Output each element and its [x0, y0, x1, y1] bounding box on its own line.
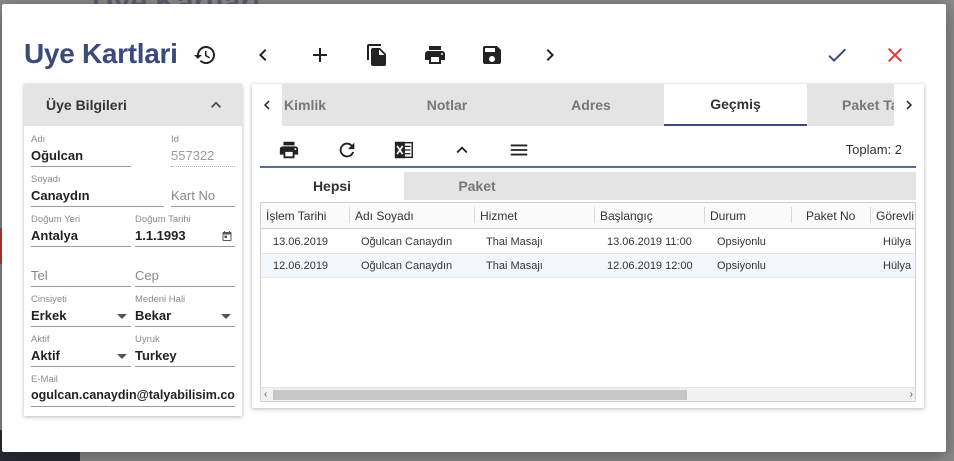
column-header[interactable]: Adı Soyadı — [355, 209, 414, 223]
active-value: Aktif — [31, 348, 60, 363]
member-info-title: Üye Bilgileri — [46, 97, 127, 113]
close-icon — [888, 48, 902, 62]
id-field: Id 557322 — [171, 134, 235, 167]
active-select[interactable]: Aktif Aktif — [31, 334, 131, 367]
column-header[interactable]: Paket No — [806, 209, 855, 223]
history-subtabs: Hepsi Paket — [260, 172, 916, 200]
save-button[interactable] — [477, 40, 507, 70]
birth-date-value: 1.1.1993 — [135, 228, 186, 243]
chevron-right-icon — [546, 49, 554, 61]
save-icon — [483, 46, 501, 64]
collapse-button[interactable] — [450, 138, 474, 162]
subtab-paket[interactable]: Paket — [404, 172, 550, 200]
grid-print-button[interactable] — [277, 138, 301, 162]
table-row[interactable]: 13.06.2019 Oğulcan Canaydın Thai Masajı … — [261, 230, 915, 254]
chevron-left-icon — [259, 49, 267, 61]
history-grid: İşlem Tarihi Adı Soyadı Hizmet Başlangıç… — [260, 202, 916, 402]
tab-adres[interactable]: Adres — [538, 84, 644, 126]
mobile-field[interactable]: Cep — [135, 266, 235, 287]
dropdown-arrow-icon — [117, 354, 127, 359]
marital-status-value: Bekar — [135, 308, 172, 323]
email-field[interactable]: E-Mail ogulcan.canaydin@talyabilisim.com — [31, 374, 235, 407]
tab-notlar[interactable]: Notlar — [394, 84, 500, 126]
member-info-header[interactable]: Üye Bilgileri — [24, 84, 242, 126]
cancel-button[interactable] — [880, 40, 910, 70]
birth-place-field[interactable]: Doğum Yeri Antalya — [31, 214, 131, 247]
chevron-right-icon — [906, 100, 912, 110]
excel-export-button[interactable] — [392, 138, 416, 162]
calendar-icon[interactable] — [221, 230, 233, 242]
column-header[interactable]: Durum — [710, 209, 746, 223]
tab-gecmis[interactable]: Geçmiş — [664, 84, 807, 126]
column-header[interactable]: Görevli — [876, 209, 914, 223]
table-row[interactable]: 12.06.2019 Oğulcan Canaydın Thai Masajı … — [261, 254, 915, 278]
member-card-dialog: Uye Kartlari Üye Bilgileri Adı Oğulcan I… — [2, 4, 946, 452]
history-icon — [194, 46, 215, 64]
scroll-left-icon[interactable]: ‹ — [264, 389, 267, 400]
chevron-left-icon — [264, 100, 270, 110]
member-info-panel: Üye Bilgileri Adı Oğulcan Id 557322 Soya… — [24, 84, 242, 416]
refresh-icon — [339, 142, 355, 158]
print-button[interactable] — [420, 40, 450, 70]
print-icon — [279, 141, 299, 159]
column-header[interactable]: Başlangıç — [600, 209, 653, 223]
chevron-up-icon[interactable] — [206, 95, 226, 115]
page-title: Uye Kartlari — [24, 38, 178, 69]
horizontal-scrollbar[interactable]: ‹ › — [261, 387, 915, 401]
copy-icon — [367, 44, 386, 66]
tab-kimlik[interactable]: Kimlik — [282, 84, 362, 126]
card-no-field[interactable]: Kart No — [171, 174, 235, 207]
gender-select[interactable]: Cinsiyeti Erkek — [31, 294, 131, 327]
confirm-button[interactable] — [822, 40, 852, 70]
grid-toolbar: Toplam: 2 — [260, 132, 916, 168]
menu-button[interactable] — [507, 138, 531, 162]
scroll-right-icon[interactable]: › — [910, 389, 913, 400]
excel-icon — [394, 141, 413, 159]
history-button[interactable] — [190, 40, 220, 70]
print-icon — [425, 46, 445, 64]
tabs-scroll-left[interactable] — [252, 84, 282, 126]
nationality-field[interactable]: Uyruk Turkey — [135, 334, 235, 367]
scrollbar-thumb[interactable] — [273, 390, 687, 400]
dropdown-arrow-icon — [117, 314, 127, 319]
check-icon — [828, 48, 846, 62]
gender-value: Erkek — [31, 308, 67, 323]
subtab-hepsi[interactable]: Hepsi — [260, 172, 404, 200]
plus-icon — [313, 48, 327, 62]
phone-field[interactable]: Tel — [31, 266, 131, 287]
marital-status-select[interactable]: Medeni Hali Bekar — [135, 294, 235, 327]
column-header[interactable]: İşlem Tarihi — [266, 209, 326, 223]
dialog-header: Uye Kartlari — [2, 4, 946, 84]
previous-button[interactable] — [248, 40, 278, 70]
detail-panel: Kimlik Notlar Adres Geçmiş Paket Ta Topl… — [252, 84, 924, 408]
add-button[interactable] — [305, 40, 335, 70]
total-count: Toplam: 2 — [845, 142, 902, 157]
column-header[interactable]: Hizmet — [480, 209, 517, 223]
dropdown-arrow-icon — [221, 314, 231, 319]
copy-button[interactable] — [362, 40, 392, 70]
surname-field[interactable]: Soyadı Canaydın — [31, 174, 164, 207]
refresh-button[interactable] — [335, 138, 359, 162]
detail-tabs: Kimlik Notlar Adres Geçmiş Paket Ta — [252, 84, 924, 126]
name-field[interactable]: Adı Oğulcan — [31, 134, 131, 167]
grid-header: İşlem Tarihi Adı Soyadı Hizmet Başlangıç… — [261, 203, 915, 229]
tabs-scroll-right[interactable] — [894, 84, 924, 126]
birth-date-field[interactable]: Doğum Tarihi 1.1.1993 — [135, 214, 235, 247]
menu-icon — [510, 144, 528, 156]
tab-paket[interactable]: Paket Ta — [830, 84, 894, 126]
next-button[interactable] — [535, 40, 565, 70]
chevron-up-icon — [456, 146, 468, 154]
